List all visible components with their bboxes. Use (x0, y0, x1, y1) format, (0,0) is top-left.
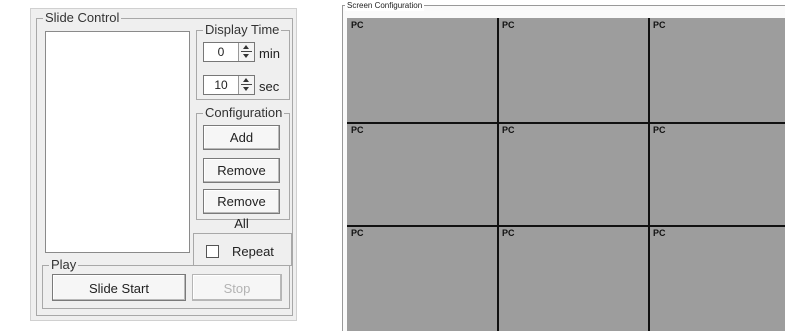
grid-divider (497, 18, 499, 331)
grid-divider (648, 18, 650, 331)
repeat-label[interactable]: Repeat (232, 244, 274, 260)
display-time-title: Display Time (203, 22, 282, 38)
play-title: Play (49, 257, 79, 273)
minutes-unit: min (259, 46, 280, 61)
screen-cell[interactable]: PC (649, 226, 785, 331)
screen-cell[interactable]: PC (347, 18, 497, 122)
screen-cell-label: PC (502, 125, 515, 135)
screen-cell-label: PC (351, 20, 364, 30)
screen-cell-label: PC (502, 20, 515, 30)
seconds-unit: sec (259, 79, 280, 94)
screen-cell-label: PC (502, 228, 515, 238)
grid-divider (347, 225, 785, 227)
screen-cell[interactable]: PC (498, 123, 648, 225)
add-button[interactable]: Add (203, 125, 280, 150)
screen-cell[interactable]: PC (347, 123, 497, 225)
repeat-checkbox[interactable] (206, 245, 219, 258)
screen-cell-label: PC (351, 228, 364, 238)
grid-divider (347, 122, 785, 124)
screen-cell-label: PC (653, 228, 666, 238)
seconds-spinner[interactable]: 10 (203, 75, 255, 95)
configuration-title: Configuration (203, 105, 285, 121)
stop-button[interactable]: Stop (192, 274, 282, 301)
screen-cell-label: PC (653, 20, 666, 30)
screen-cell-label: PC (653, 125, 666, 135)
minutes-spin-arrows-icon[interactable] (238, 43, 254, 61)
seconds-value[interactable]: 10 (204, 76, 238, 94)
screen-cell[interactable]: PC (649, 123, 785, 225)
slide-start-button[interactable]: Slide Start (52, 274, 186, 301)
minutes-value[interactable]: 0 (204, 43, 238, 61)
screen-cell[interactable]: PC (347, 226, 497, 331)
screen-cell-label: PC (351, 125, 364, 135)
screen-cell[interactable]: PC (649, 18, 785, 122)
slide-control-title: Slide Control (43, 10, 122, 26)
minutes-spinner[interactable]: 0 (203, 42, 255, 62)
seconds-spin-arrows-icon[interactable] (238, 76, 254, 94)
remove-button[interactable]: Remove (203, 158, 280, 183)
screen-configuration-title: Screen Configuration (345, 0, 425, 11)
slide-list[interactable] (45, 31, 190, 253)
remove-all-button[interactable]: Remove All (203, 189, 280, 231)
screen-cell[interactable]: PC (498, 18, 648, 122)
screen-cell[interactable]: PC (498, 226, 648, 331)
screen-grid: PC PC PC PC PC PC PC PC PC (347, 18, 785, 331)
